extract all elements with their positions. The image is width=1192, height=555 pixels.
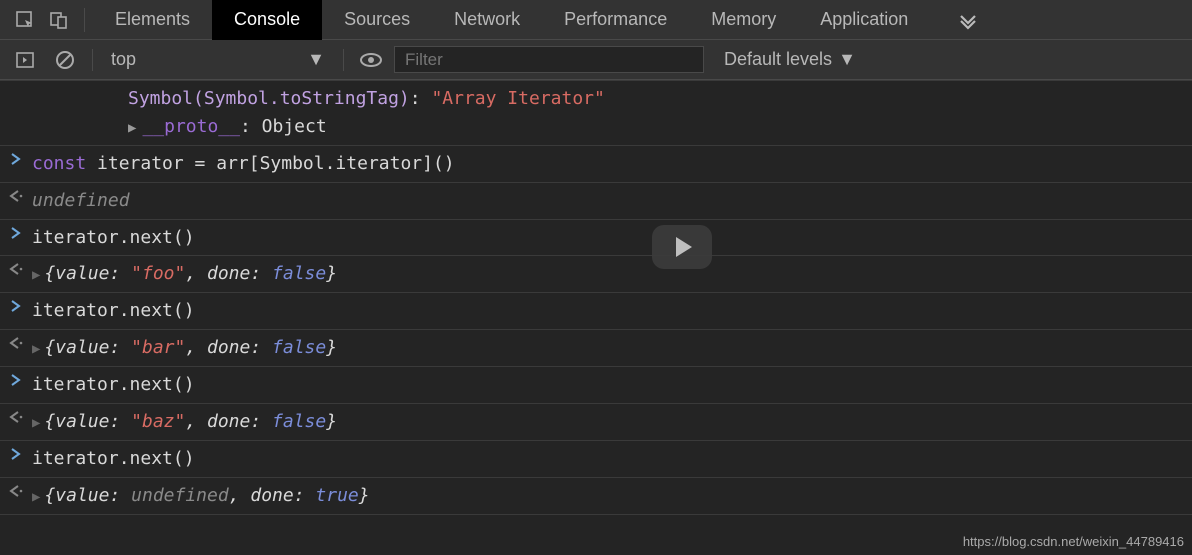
tab-network[interactable]: Network [432,0,542,40]
gutter [0,85,32,87]
video-play-overlay-icon[interactable] [652,225,712,269]
dropdown-icon: ▼ [307,49,325,70]
device-toolbar-icon[interactable] [42,0,76,40]
filter-input[interactable] [394,46,704,73]
console-output-entry: undefined [0,183,1192,220]
levels-label: Default levels [724,49,832,70]
divider [84,8,85,32]
execution-context-select[interactable]: top ▼ [103,49,333,70]
devtools-tabbar: Elements Console Sources Network Perform… [0,0,1192,40]
tab-memory[interactable]: Memory [689,0,798,40]
inspect-element-icon[interactable] [8,0,42,40]
object-value: "Array Iterator" [431,88,604,109]
expand-icon[interactable]: ▶ [32,413,40,435]
output-marker-icon [0,482,32,498]
input-marker-icon [0,150,32,166]
input-marker-icon [0,445,32,461]
object-preview[interactable]: {value: "bar", done: false} [44,337,337,358]
expand-icon[interactable]: ▶ [32,487,40,509]
input-marker-icon [0,297,32,313]
dropdown-icon: ▼ [838,49,856,70]
expand-icon[interactable]: ▶ [32,339,40,361]
clear-console-icon[interactable] [48,40,82,80]
console-output-entry: ▶{value: "bar", done: false} [0,330,1192,367]
proto-key[interactable]: __proto__ [142,116,240,137]
console-input-entry: iterator.next() [0,367,1192,404]
output-marker-icon [0,260,32,276]
tab-console[interactable]: Console [212,0,322,40]
tab-application[interactable]: Application [798,0,930,40]
console-output-entry: ▶{value: "baz", done: false} [0,404,1192,441]
code-token: iterator.next() [32,300,195,321]
expand-icon[interactable]: ▶ [128,118,136,140]
output-marker-icon [0,408,32,424]
log-levels-select[interactable]: Default levels ▼ [724,49,856,70]
code-token: iterator.next() [32,448,195,469]
tab-elements[interactable]: Elements [93,0,212,40]
code-token: undefined [32,190,130,211]
console-sidebar-toggle-icon[interactable] [8,40,42,80]
divider [92,49,93,71]
context-label: top [111,49,136,70]
code-token: iterator.next() [32,227,195,248]
console-input-entry: iterator.next() [0,293,1192,330]
output-marker-icon [0,187,32,203]
code-token: iterator.next() [32,374,195,395]
input-marker-icon [0,224,32,240]
console-output-entry: ▶{value: undefined, done: true} [0,478,1192,515]
console-input-entry: const iterator = arr[Symbol.iterator]() [0,146,1192,183]
object-preview[interactable]: {value: undefined, done: true} [44,485,369,506]
console-input-entry: iterator.next() [0,441,1192,478]
code-token: iterator = arr[Symbol.iterator]() [86,153,454,174]
tab-performance[interactable]: Performance [542,0,689,40]
input-marker-icon [0,371,32,387]
object-preview[interactable]: {value: "baz", done: false} [44,411,337,432]
watermark: https://blog.csdn.net/weixin_44789416 [963,534,1184,549]
expand-icon[interactable]: ▶ [32,265,40,287]
tab-sources[interactable]: Sources [322,0,432,40]
divider [343,49,344,71]
console-output-entry: ▶{value: "foo", done: false} [0,256,1192,293]
proto-value: Object [262,116,327,137]
console-toolbar: top ▼ Default levels ▼ [0,40,1192,80]
output-marker-icon [0,334,32,350]
code-token: const [32,153,86,174]
console-entry-object-preview: Symbol(Symbol.toStringTag): "Array Itera… [0,80,1192,146]
more-tabs-icon[interactable] [944,8,992,32]
object-preview[interactable]: {value: "foo", done: false} [44,263,337,284]
console-output: Symbol(Symbol.toStringTag): "Array Itera… [0,80,1192,515]
object-key: Symbol(Symbol.toStringTag) [128,88,410,109]
console-input-entry: iterator.next() [0,220,1192,257]
live-expression-icon[interactable] [354,40,388,80]
